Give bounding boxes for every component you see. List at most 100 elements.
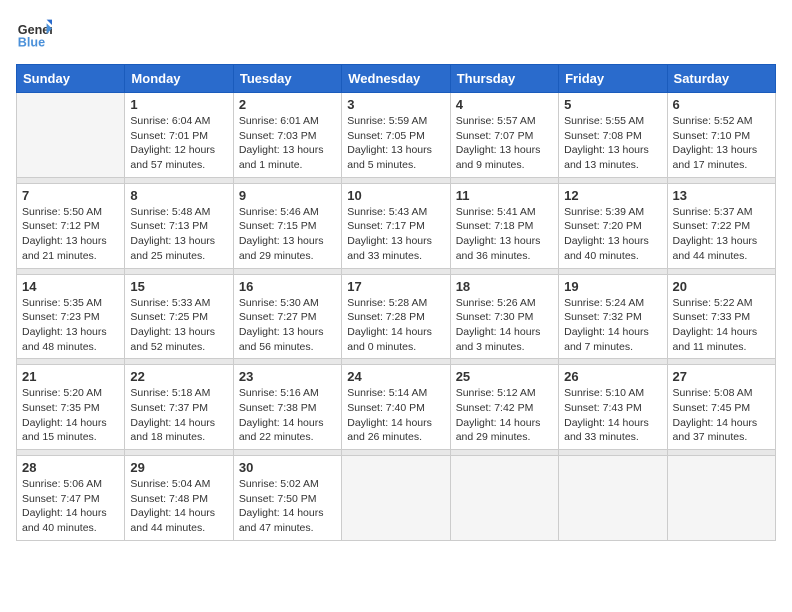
day-info: Sunrise: 6:01 AMSunset: 7:03 PMDaylight:… — [239, 114, 336, 173]
day-number: 12 — [564, 188, 661, 203]
day-number: 2 — [239, 97, 336, 112]
day-info: Sunrise: 5:02 AMSunset: 7:50 PMDaylight:… — [239, 477, 336, 536]
day-number: 18 — [456, 279, 553, 294]
day-number: 26 — [564, 369, 661, 384]
day-info: Sunrise: 5:24 AMSunset: 7:32 PMDaylight:… — [564, 296, 661, 355]
calendar-cell: 14 Sunrise: 5:35 AMSunset: 7:23 PMDayligh… — [17, 274, 125, 359]
day-info: Sunrise: 5:48 AMSunset: 7:13 PMDaylight:… — [130, 205, 227, 264]
calendar-cell: 19 Sunrise: 5:24 AMSunset: 7:32 PMDayligh… — [559, 274, 667, 359]
day-number: 9 — [239, 188, 336, 203]
calendar-cell: 8 Sunrise: 5:48 AMSunset: 7:13 PMDaylight… — [125, 183, 233, 268]
day-number: 15 — [130, 279, 227, 294]
day-info: Sunrise: 5:59 AMSunset: 7:05 PMDaylight:… — [347, 114, 444, 173]
day-header-thursday: Thursday — [450, 65, 558, 93]
calendar-cell: 9Sunrise: 5:46 AMSunset: 7:15 PMDaylight… — [233, 183, 341, 268]
day-number: 25 — [456, 369, 553, 384]
calendar-cell: 26 Sunrise: 5:10 AMSunset: 7:43 PMDayligh… — [559, 365, 667, 450]
day-info: Sunrise: 5:16 AMSunset: 7:38 PMDaylight:… — [239, 386, 336, 445]
day-info: Sunrise: 5:04 AMSunset: 7:48 PMDaylight:… — [130, 477, 227, 536]
calendar-cell — [17, 93, 125, 178]
day-info: Sunrise: 5:57 AMSunset: 7:07 PMDaylight:… — [456, 114, 553, 173]
day-number: 24 — [347, 369, 444, 384]
calendar-header-row: SundayMondayTuesdayWednesdayThursdayFrid… — [17, 65, 776, 93]
calendar-week-row: 1 Sunrise: 6:04 AMSunset: 7:01 PMDaylight… — [17, 93, 776, 178]
day-number: 10 — [347, 188, 444, 203]
calendar-cell: 27 Sunrise: 5:08 AMSunset: 7:45 PMDayligh… — [667, 365, 775, 450]
day-info: Sunrise: 5:41 AMSunset: 7:18 PMDaylight:… — [456, 205, 553, 264]
day-number: 11 — [456, 188, 553, 203]
svg-text:Blue: Blue — [18, 36, 45, 50]
day-number: 21 — [22, 369, 119, 384]
day-number: 27 — [673, 369, 770, 384]
day-header-friday: Friday — [559, 65, 667, 93]
calendar-cell: 17 Sunrise: 5:28 AMSunset: 7:28 PMDayligh… — [342, 274, 450, 359]
day-info: Sunrise: 5:37 AMSunset: 7:22 PMDaylight:… — [673, 205, 770, 264]
calendar-cell: 21 Sunrise: 5:20 AMSunset: 7:35 PMDayligh… — [17, 365, 125, 450]
day-info: Sunrise: 5:20 AMSunset: 7:35 PMDaylight:… — [22, 386, 119, 445]
calendar-cell: 25 Sunrise: 5:12 AMSunset: 7:42 PMDayligh… — [450, 365, 558, 450]
day-header-wednesday: Wednesday — [342, 65, 450, 93]
calendar-cell: 10 Sunrise: 5:43 AMSunset: 7:17 PMDayligh… — [342, 183, 450, 268]
day-header-sunday: Sunday — [17, 65, 125, 93]
calendar-cell: 28 Sunrise: 5:06 AMSunset: 7:47 PMDayligh… — [17, 456, 125, 541]
calendar-cell: 4Sunrise: 5:57 AMSunset: 7:07 PMDaylight… — [450, 93, 558, 178]
calendar-cell — [559, 456, 667, 541]
day-info: Sunrise: 5:08 AMSunset: 7:45 PMDaylight:… — [673, 386, 770, 445]
day-number: 3 — [347, 97, 444, 112]
day-info: Sunrise: 5:14 AMSunset: 7:40 PMDaylight:… — [347, 386, 444, 445]
calendar-week-row: 21 Sunrise: 5:20 AMSunset: 7:35 PMDayligh… — [17, 365, 776, 450]
day-number: 22 — [130, 369, 227, 384]
calendar-cell: 15 Sunrise: 5:33 AMSunset: 7:25 PMDayligh… — [125, 274, 233, 359]
calendar-cell: 30 Sunrise: 5:02 AMSunset: 7:50 PMDayligh… — [233, 456, 341, 541]
calendar-cell — [342, 456, 450, 541]
day-info: Sunrise: 6:04 AMSunset: 7:01 PMDaylight:… — [130, 114, 227, 173]
calendar-cell: 20 Sunrise: 5:22 AMSunset: 7:33 PMDayligh… — [667, 274, 775, 359]
calendar-week-row: 7Sunrise: 5:50 AMSunset: 7:12 PMDaylight… — [17, 183, 776, 268]
calendar-cell: 29 Sunrise: 5:04 AMSunset: 7:48 PMDayligh… — [125, 456, 233, 541]
calendar-cell: 11 Sunrise: 5:41 AMSunset: 7:18 PMDayligh… — [450, 183, 558, 268]
day-number: 8 — [130, 188, 227, 203]
day-number: 19 — [564, 279, 661, 294]
day-number: 23 — [239, 369, 336, 384]
calendar-cell: 12 Sunrise: 5:39 AMSunset: 7:20 PMDayligh… — [559, 183, 667, 268]
day-info: Sunrise: 5:43 AMSunset: 7:17 PMDaylight:… — [347, 205, 444, 264]
day-info: Sunrise: 5:06 AMSunset: 7:47 PMDaylight:… — [22, 477, 119, 536]
day-info: Sunrise: 5:55 AMSunset: 7:08 PMDaylight:… — [564, 114, 661, 173]
day-info: Sunrise: 5:26 AMSunset: 7:30 PMDaylight:… — [456, 296, 553, 355]
calendar-cell: 22 Sunrise: 5:18 AMSunset: 7:37 PMDayligh… — [125, 365, 233, 450]
day-number: 30 — [239, 460, 336, 475]
day-info: Sunrise: 5:35 AMSunset: 7:23 PMDaylight:… — [22, 296, 119, 355]
calendar-cell: 1 Sunrise: 6:04 AMSunset: 7:01 PMDaylight… — [125, 93, 233, 178]
calendar-cell: 13 Sunrise: 5:37 AMSunset: 7:22 PMDayligh… — [667, 183, 775, 268]
calendar-cell: 18 Sunrise: 5:26 AMSunset: 7:30 PMDayligh… — [450, 274, 558, 359]
calendar-cell: 5Sunrise: 5:55 AMSunset: 7:08 PMDaylight… — [559, 93, 667, 178]
day-info: Sunrise: 5:22 AMSunset: 7:33 PMDaylight:… — [673, 296, 770, 355]
calendar-cell: 3 Sunrise: 5:59 AMSunset: 7:05 PMDaylight… — [342, 93, 450, 178]
day-info: Sunrise: 5:10 AMSunset: 7:43 PMDaylight:… — [564, 386, 661, 445]
calendar-cell: 23 Sunrise: 5:16 AMSunset: 7:38 PMDayligh… — [233, 365, 341, 450]
day-info: Sunrise: 5:30 AMSunset: 7:27 PMDaylight:… — [239, 296, 336, 355]
calendar-cell: 16 Sunrise: 5:30 AMSunset: 7:27 PMDayligh… — [233, 274, 341, 359]
calendar-cell: 6Sunrise: 5:52 AMSunset: 7:10 PMDaylight… — [667, 93, 775, 178]
day-number: 28 — [22, 460, 119, 475]
day-info: Sunrise: 5:39 AMSunset: 7:20 PMDaylight:… — [564, 205, 661, 264]
logo: General Blue — [16, 16, 52, 52]
calendar-week-row: 14 Sunrise: 5:35 AMSunset: 7:23 PMDayligh… — [17, 274, 776, 359]
day-number: 29 — [130, 460, 227, 475]
calendar-cell — [450, 456, 558, 541]
day-info: Sunrise: 5:52 AMSunset: 7:10 PMDaylight:… — [673, 114, 770, 173]
day-number: 16 — [239, 279, 336, 294]
day-info: Sunrise: 5:28 AMSunset: 7:28 PMDaylight:… — [347, 296, 444, 355]
day-info: Sunrise: 5:12 AMSunset: 7:42 PMDaylight:… — [456, 386, 553, 445]
day-number: 13 — [673, 188, 770, 203]
calendar-cell: 2 Sunrise: 6:01 AMSunset: 7:03 PMDaylight… — [233, 93, 341, 178]
day-number: 14 — [22, 279, 119, 294]
logo-icon: General Blue — [16, 16, 52, 52]
page-header: General Blue — [16, 16, 776, 52]
day-info: Sunrise: 5:18 AMSunset: 7:37 PMDaylight:… — [130, 386, 227, 445]
day-info: Sunrise: 5:33 AMSunset: 7:25 PMDaylight:… — [130, 296, 227, 355]
day-number: 20 — [673, 279, 770, 294]
day-header-tuesday: Tuesday — [233, 65, 341, 93]
day-number: 17 — [347, 279, 444, 294]
day-number: 1 — [130, 97, 227, 112]
